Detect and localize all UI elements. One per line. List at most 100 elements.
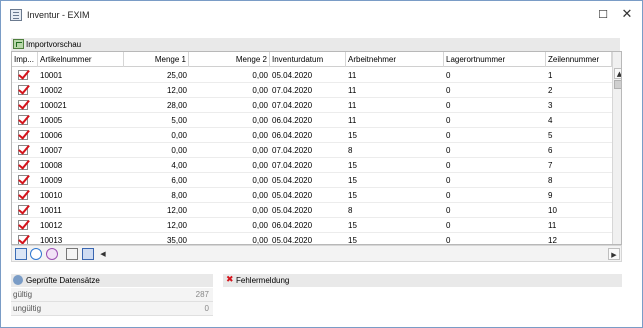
table-row[interactable]: 10010 8,00 0,00 05.04.2020 15 0 9 bbox=[12, 188, 612, 203]
cell-inventurdatum: 06.04.2020 bbox=[272, 131, 313, 140]
cell-zeilennummer: 5 bbox=[548, 131, 553, 140]
table-row[interactable]: 10006 0,00 0,00 06.04.2020 15 0 5 bbox=[12, 128, 612, 143]
stat-value-valid: 287 bbox=[195, 290, 209, 299]
stat-label-valid: gültig bbox=[13, 290, 33, 299]
cell-menge1: 8,00 bbox=[171, 191, 187, 200]
cell-artikelnummer: 10007 bbox=[40, 146, 63, 155]
col-header-artikelnummer[interactable]: Artikelnummer bbox=[38, 52, 124, 67]
scroll-right-button[interactable]: ▶ bbox=[608, 248, 620, 260]
cell-menge2: 0,00 bbox=[252, 161, 268, 170]
table-row[interactable]: 10002 12,00 0,00 07.04.2020 11 0 2 bbox=[12, 83, 612, 98]
cell-lagerortnummer: 0 bbox=[446, 161, 451, 170]
col-header-inventurdatum[interactable]: Inventurdatum bbox=[270, 52, 346, 67]
cell-arbeitnehmer: 15 bbox=[348, 236, 357, 244]
scroll-up-button[interactable]: ▲ bbox=[614, 68, 621, 79]
vertical-scrollbar[interactable]: ▲ bbox=[612, 52, 621, 244]
table-row[interactable]: 10007 0,00 0,00 07.04.2020 8 0 6 bbox=[12, 143, 612, 158]
import-checkbox[interactable] bbox=[18, 220, 28, 230]
close-button[interactable]: ✕ bbox=[616, 5, 638, 25]
cell-lagerortnummer: 0 bbox=[446, 86, 451, 95]
grid-body: 10001 25,00 0,00 05.04.2020 11 0 1 10002 12,00 0,… bbox=[12, 68, 612, 244]
grid-icon[interactable] bbox=[15, 248, 27, 260]
cell-artikelnummer: 100021 bbox=[40, 101, 67, 110]
import-grid: Imp... Artikelnummer Menge 1 Menge 2 Inv… bbox=[11, 51, 622, 245]
import-checkbox[interactable] bbox=[18, 115, 28, 125]
cell-menge2: 0,00 bbox=[252, 206, 268, 215]
table-row[interactable]: 10012 12,00 0,00 06.04.2020 15 0 11 bbox=[12, 218, 612, 233]
cell-lagerortnummer: 0 bbox=[446, 191, 451, 200]
col-header-menge2[interactable]: Menge 2 bbox=[189, 52, 270, 67]
table-row[interactable]: 10005 5,00 0,00 06.04.2020 11 0 4 bbox=[12, 113, 612, 128]
cell-zeilennummer: 8 bbox=[548, 176, 553, 185]
stat-row-valid: gültig 287 bbox=[11, 288, 213, 302]
document-icon[interactable] bbox=[66, 248, 78, 260]
cell-arbeitnehmer: 8 bbox=[348, 146, 353, 155]
cell-menge1: 5,00 bbox=[171, 116, 187, 125]
import-preview-header: Importvorschau bbox=[11, 38, 620, 51]
cell-menge2: 0,00 bbox=[252, 71, 268, 80]
import-checkbox[interactable] bbox=[18, 235, 28, 244]
cell-artikelnummer: 10012 bbox=[40, 221, 63, 230]
import-checkbox[interactable] bbox=[18, 130, 28, 140]
import-checkbox[interactable] bbox=[18, 100, 28, 110]
import-checkbox[interactable] bbox=[18, 205, 28, 215]
cell-arbeitnehmer: 15 bbox=[348, 161, 357, 170]
col-header-zeilennummer[interactable]: Zeilennummer bbox=[546, 52, 612, 67]
stat-value-invalid: 0 bbox=[204, 304, 209, 313]
cell-inventurdatum: 07.04.2020 bbox=[272, 101, 313, 110]
table-row[interactable]: 10001 25,00 0,00 05.04.2020 11 0 1 bbox=[12, 68, 612, 83]
cell-arbeitnehmer: 15 bbox=[348, 176, 357, 185]
cell-artikelnummer: 10010 bbox=[40, 191, 63, 200]
cell-arbeitnehmer: 11 bbox=[348, 116, 357, 125]
cell-artikelnummer: 10009 bbox=[40, 176, 63, 185]
cell-lagerortnummer: 0 bbox=[446, 71, 451, 80]
scroll-left-button[interactable]: ◀ bbox=[97, 248, 109, 260]
import-checkbox[interactable] bbox=[18, 175, 28, 185]
import-checkbox[interactable] bbox=[18, 70, 28, 80]
import-checkbox[interactable] bbox=[18, 190, 28, 200]
error-messages-title: Fehlermeldung bbox=[236, 276, 290, 285]
import-checkbox[interactable] bbox=[18, 160, 28, 170]
error-messages-header: ✖ Fehlermeldung bbox=[223, 274, 622, 287]
cell-artikelnummer: 10002 bbox=[40, 86, 63, 95]
cell-lagerortnummer: 0 bbox=[446, 206, 451, 215]
col-header-import[interactable]: Imp... bbox=[12, 52, 38, 67]
cell-zeilennummer: 4 bbox=[548, 116, 553, 125]
cell-inventurdatum: 06.04.2020 bbox=[272, 221, 313, 230]
print-icon[interactable] bbox=[82, 248, 94, 260]
col-header-menge1[interactable]: Menge 1 bbox=[124, 52, 189, 67]
table-row[interactable]: 10013 35,00 0,00 05.04.2020 15 0 12 bbox=[12, 233, 612, 244]
cell-lagerortnummer: 0 bbox=[446, 116, 451, 125]
cell-inventurdatum: 05.04.2020 bbox=[272, 236, 313, 244]
col-header-arbeitnehmer[interactable]: Arbeitnehmer bbox=[346, 52, 444, 67]
scroll-thumb[interactable] bbox=[614, 80, 621, 89]
cell-menge1: 35,00 bbox=[166, 236, 187, 244]
cell-menge1: 0,00 bbox=[171, 146, 187, 155]
table-row[interactable]: 100021 28,00 0,00 07.04.2020 11 0 3 bbox=[12, 98, 612, 113]
import-preview-title: Importvorschau bbox=[26, 40, 82, 49]
cell-zeilennummer: 1 bbox=[548, 71, 553, 80]
cell-menge1: 12,00 bbox=[166, 221, 187, 230]
grid-toolbar: ◀ ▶ bbox=[11, 245, 622, 262]
table-row[interactable]: 10011 12,00 0,00 05.04.2020 8 0 10 bbox=[12, 203, 612, 218]
cell-menge1: 4,00 bbox=[171, 161, 187, 170]
cell-arbeitnehmer: 11 bbox=[348, 101, 357, 110]
cell-zeilennummer: 10 bbox=[548, 206, 557, 215]
cell-zeilennummer: 6 bbox=[548, 146, 553, 155]
cell-arbeitnehmer: 11 bbox=[348, 86, 357, 95]
window-title: Inventur - EXIM bbox=[27, 10, 90, 20]
import-checkbox[interactable] bbox=[18, 85, 28, 95]
maximize-button[interactable]: ☐ bbox=[592, 5, 614, 25]
cell-artikelnummer: 10006 bbox=[40, 131, 63, 140]
col-header-lagerortnummer[interactable]: Lagerortnummer bbox=[444, 52, 546, 67]
cell-inventurdatum: 05.04.2020 bbox=[272, 206, 313, 215]
cell-arbeitnehmer: 15 bbox=[348, 131, 357, 140]
cell-inventurdatum: 06.04.2020 bbox=[272, 116, 313, 125]
forward-icon[interactable] bbox=[46, 248, 58, 260]
cell-inventurdatum: 07.04.2020 bbox=[272, 146, 313, 155]
table-row[interactable]: 10009 6,00 0,00 05.04.2020 15 0 8 bbox=[12, 173, 612, 188]
table-row[interactable]: 10008 4,00 0,00 07.04.2020 15 0 7 bbox=[12, 158, 612, 173]
cell-menge1: 12,00 bbox=[166, 206, 187, 215]
import-checkbox[interactable] bbox=[18, 145, 28, 155]
zoom-icon[interactable] bbox=[30, 248, 42, 260]
